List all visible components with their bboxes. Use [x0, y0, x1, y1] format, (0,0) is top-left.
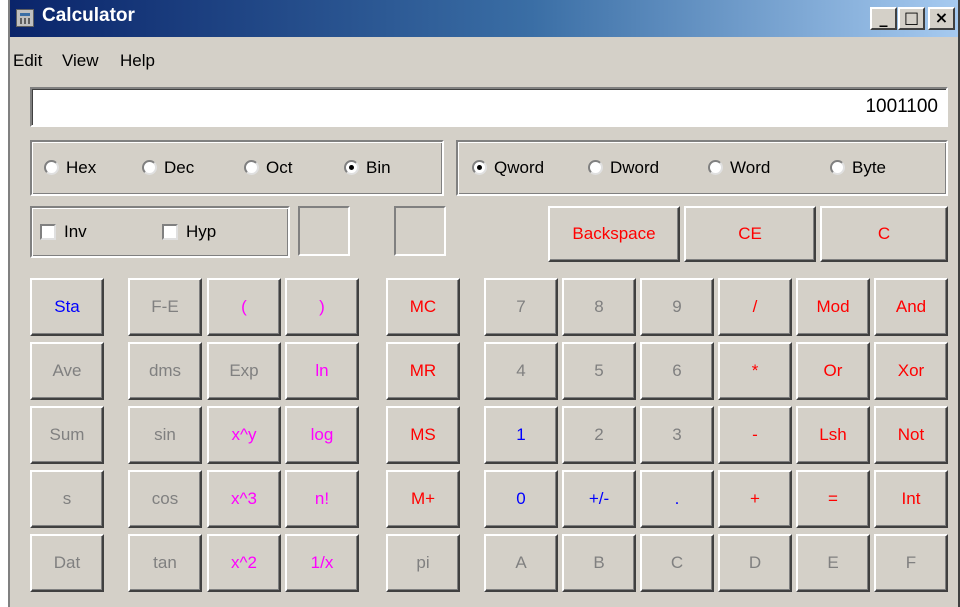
key-pi-button[interactable]: pi	[386, 534, 460, 592]
key-and-button[interactable]: And	[874, 278, 948, 336]
key-1-button[interactable]: 1	[484, 406, 558, 464]
key-ms-button[interactable]: MS	[386, 406, 460, 464]
key-or-button[interactable]: Or	[796, 342, 870, 400]
word-size-group: Qword Dword Word Byte	[456, 140, 948, 196]
key-e-button[interactable]: E	[796, 534, 870, 592]
key-9-button[interactable]: 9	[640, 278, 714, 336]
menu-help[interactable]: Help	[120, 51, 155, 71]
key-dms-button[interactable]: dms	[128, 342, 202, 400]
backspace-button[interactable]: Backspace	[548, 206, 680, 262]
key-c-button[interactable]: C	[640, 534, 714, 592]
maximize-button[interactable]: □	[898, 7, 925, 30]
memory-indicator	[298, 206, 350, 256]
key-open-paren-button[interactable]: (	[207, 278, 281, 336]
key-7-button[interactable]: 7	[484, 278, 558, 336]
key-4-button[interactable]: 4	[484, 342, 558, 400]
key-decimal-button[interactable]: .	[640, 470, 714, 528]
menu-bar: Edit View Help	[10, 48, 958, 78]
inv-hyp-group: Inv Hyp	[30, 206, 290, 258]
key-f-button[interactable]: F	[874, 534, 948, 592]
key-mod-button[interactable]: Mod	[796, 278, 870, 336]
key-x-squared-button[interactable]: x^2	[207, 534, 281, 592]
menu-view[interactable]: View	[62, 51, 99, 71]
key-6-button[interactable]: 6	[640, 342, 714, 400]
key-sign-button[interactable]: +/-	[562, 470, 636, 528]
key-close-paren-button[interactable]: )	[285, 278, 359, 336]
key-0-button[interactable]: 0	[484, 470, 558, 528]
radio-dot	[244, 160, 259, 175]
key-b-button[interactable]: B	[562, 534, 636, 592]
key-reciprocal-button[interactable]: 1/x	[285, 534, 359, 592]
menu-edit[interactable]: Edit	[13, 51, 42, 71]
key-lsh-button[interactable]: Lsh	[796, 406, 870, 464]
key-tan-button[interactable]: tan	[128, 534, 202, 592]
calculator-window: Calculator _ □ × Edit View Help 1001100 …	[8, 0, 960, 607]
radio-dot	[708, 160, 723, 175]
key-s-button[interactable]: s	[30, 470, 104, 528]
minimize-button[interactable]: _	[870, 7, 897, 30]
close-button[interactable]: ×	[928, 7, 955, 30]
key-8-button[interactable]: 8	[562, 278, 636, 336]
radio-dot-selected	[344, 160, 359, 175]
key-factorial-button[interactable]: n!	[285, 470, 359, 528]
key-not-button[interactable]: Not	[874, 406, 948, 464]
key-dat-button[interactable]: Dat	[30, 534, 104, 592]
radio-dot	[142, 160, 157, 175]
key-sin-button[interactable]: sin	[128, 406, 202, 464]
paren-indicator	[394, 206, 446, 256]
calculator-icon	[16, 9, 34, 27]
key-sta-button[interactable]: Sta	[30, 278, 104, 336]
key-int-button[interactable]: Int	[874, 470, 948, 528]
key-log-button[interactable]: log	[285, 406, 359, 464]
key-x-cubed-button[interactable]: x^3	[207, 470, 281, 528]
key-ln-button[interactable]: ln	[285, 342, 359, 400]
key-3-button[interactable]: 3	[640, 406, 714, 464]
key-xor-button[interactable]: Xor	[874, 342, 948, 400]
key-5-button[interactable]: 5	[562, 342, 636, 400]
clear-entry-button[interactable]: CE	[684, 206, 816, 262]
key-exp-button[interactable]: Exp	[207, 342, 281, 400]
key-plus-button[interactable]: +	[718, 470, 792, 528]
key-divide-button[interactable]: /	[718, 278, 792, 336]
window-title: Calculator	[42, 5, 135, 26]
key-d-button[interactable]: D	[718, 534, 792, 592]
key-sum-button[interactable]: Sum	[30, 406, 104, 464]
radio-dot	[588, 160, 603, 175]
key-mc-button[interactable]: MC	[386, 278, 460, 336]
key-m--button[interactable]: M+	[386, 470, 460, 528]
key-equals-button[interactable]: =	[796, 470, 870, 528]
number-base-group: Hex Dec Oct Bin	[30, 140, 444, 196]
radio-dot	[830, 160, 845, 175]
checkbox-box	[40, 224, 56, 240]
result-display[interactable]: 1001100	[30, 87, 948, 127]
key-mr-button[interactable]: MR	[386, 342, 460, 400]
radio-dot-selected	[472, 160, 487, 175]
key-f-e-button[interactable]: F-E	[128, 278, 202, 336]
checkbox-box	[162, 224, 178, 240]
radio-dot	[44, 160, 59, 175]
key-multiply-button[interactable]: *	[718, 342, 792, 400]
key-a-button[interactable]: A	[484, 534, 558, 592]
key-2-button[interactable]: 2	[562, 406, 636, 464]
key-minus-button[interactable]: -	[718, 406, 792, 464]
key-ave-button[interactable]: Ave	[30, 342, 104, 400]
title-bar[interactable]: Calculator _ □ ×	[10, 0, 958, 37]
clear-button[interactable]: C	[820, 206, 948, 262]
key-x-pow-y-button[interactable]: x^y	[207, 406, 281, 464]
key-cos-button[interactable]: cos	[128, 470, 202, 528]
